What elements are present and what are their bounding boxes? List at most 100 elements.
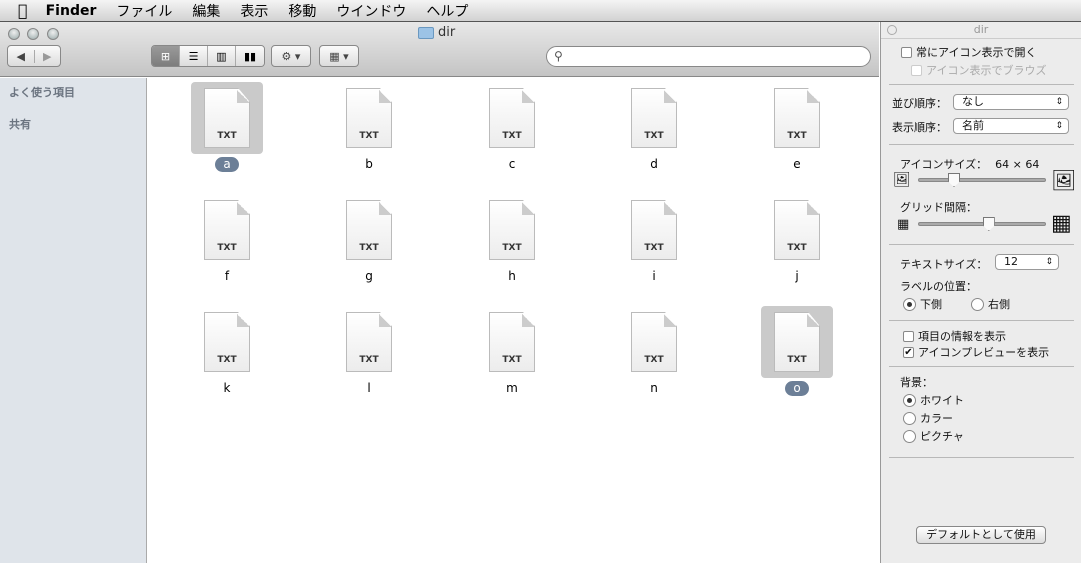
menu-finder[interactable]: Finder <box>46 3 97 19</box>
menu-window[interactable]: ウインドウ <box>336 1 406 21</box>
checkbox-checked[interactable]: ✔ <box>903 346 914 358</box>
show-preview-checkbox[interactable]: ✔ アイコンプレビューを表示 <box>903 344 1049 360</box>
icon-size-slider[interactable] <box>918 173 1046 187</box>
file-name[interactable]: a <box>215 157 239 172</box>
file-item[interactable]: TXT l <box>333 306 405 396</box>
sidebar-section-shared[interactable]: 共有 <box>0 111 146 137</box>
file-name[interactable]: e <box>785 157 808 172</box>
file-item[interactable]: TXT a <box>191 82 263 172</box>
bg-white-text: ホワイト <box>920 394 964 407</box>
menu-edit[interactable]: 編集 <box>192 1 220 21</box>
menu-file[interactable]: ファイル <box>116 1 172 21</box>
menu-view[interactable]: 表示 <box>240 1 268 21</box>
column-view-icon[interactable]: ▥ <box>208 46 236 66</box>
menu-help[interactable]: ヘルプ <box>426 1 468 21</box>
checkbox[interactable] <box>911 64 922 76</box>
file-item[interactable]: TXT i <box>618 194 690 284</box>
txt-file-icon[interactable]: TXT <box>191 306 263 378</box>
file-name[interactable]: i <box>644 269 663 284</box>
file-name[interactable]: k <box>216 381 239 396</box>
list-view-icon[interactable]: ☰ <box>180 46 208 66</box>
forward-icon[interactable]: ▶ <box>35 50 61 63</box>
txt-file-icon[interactable]: TXT <box>618 306 690 378</box>
file-item[interactable]: TXT k <box>191 306 263 396</box>
slider-thumb[interactable] <box>948 173 960 187</box>
txt-file-icon[interactable]: TXT <box>618 194 690 266</box>
always-open-checkbox[interactable]: 常にアイコン表示で開く <box>901 44 1036 60</box>
file-item[interactable]: TXT h <box>476 194 548 284</box>
sidebar-section-favorites[interactable]: よく使う項目 <box>0 79 146 105</box>
file-name[interactable]: h <box>500 269 524 284</box>
grid-spacing-slider[interactable] <box>918 217 1046 231</box>
txt-file-icon[interactable]: TXT <box>191 194 263 266</box>
file-name[interactable]: c <box>501 157 524 172</box>
label-right-radio[interactable]: 右側 <box>971 296 1010 312</box>
file-item[interactable]: TXT o <box>761 306 833 396</box>
panel-title: dir <box>881 22 1081 39</box>
search-input[interactable] <box>546 46 871 67</box>
arrange-menu-button[interactable]: ▦ ▾ <box>319 45 359 67</box>
file-name[interactable]: d <box>642 157 666 172</box>
panel-close-button[interactable] <box>887 25 897 35</box>
radio[interactable] <box>971 297 984 311</box>
background-label: 背景： <box>900 376 933 389</box>
bg-color-radio[interactable]: カラー <box>903 410 953 426</box>
bg-picture-radio[interactable]: ピクチャ <box>903 428 964 444</box>
file-name[interactable]: b <box>357 157 381 172</box>
txt-file-icon[interactable]: TXT <box>333 194 405 266</box>
file-name[interactable]: m <box>498 381 526 396</box>
file-kind: TXT <box>359 243 379 253</box>
show-info-checkbox[interactable]: 項目の情報を表示 <box>903 328 1006 344</box>
file-item[interactable]: TXT n <box>618 306 690 396</box>
file-name[interactable]: j <box>787 269 806 284</box>
txt-file-icon[interactable]: TXT <box>761 306 833 378</box>
txt-file-icon[interactable]: TXT <box>761 82 833 154</box>
view-mode-segment: ⊞ ☰ ▥ ▮▮ <box>151 45 265 67</box>
checkbox[interactable] <box>903 330 914 342</box>
file-item[interactable]: TXT b <box>333 82 405 172</box>
file-item[interactable]: TXT g <box>333 194 405 284</box>
coverflow-view-icon[interactable]: ▮▮ <box>236 46 264 66</box>
txt-file-icon[interactable]: TXT <box>476 194 548 266</box>
txt-file-icon[interactable]: TXT <box>333 306 405 378</box>
sort-select[interactable]: 名前 <box>953 118 1069 134</box>
label-bottom-text: 下側 <box>920 298 942 311</box>
file-name[interactable]: l <box>359 381 378 396</box>
radio[interactable] <box>903 297 916 311</box>
file-item[interactable]: TXT m <box>476 306 548 396</box>
file-name[interactable]: f <box>217 269 237 284</box>
txt-file-icon[interactable]: TXT <box>191 82 263 154</box>
label-bottom-radio[interactable]: 下側 <box>903 296 942 312</box>
file-name[interactable]: g <box>357 269 381 284</box>
file-item[interactable]: TXT f <box>191 194 263 284</box>
checkbox[interactable] <box>901 46 912 58</box>
browse-checkbox[interactable]: アイコン表示でブラウズ <box>911 62 1046 78</box>
file-name[interactable]: n <box>642 381 666 396</box>
close-button[interactable] <box>8 28 20 40</box>
radio[interactable] <box>903 411 916 425</box>
text-size-select[interactable]: 12 <box>995 254 1059 270</box>
slider-thumb[interactable] <box>982 217 995 231</box>
txt-file-icon[interactable]: TXT <box>476 82 548 154</box>
arrange-select[interactable]: なし <box>953 94 1069 110</box>
minimize-button[interactable] <box>27 28 39 40</box>
icon-view-icon[interactable]: ⊞ <box>152 46 180 66</box>
file-item[interactable]: TXT e <box>761 82 833 172</box>
file-item[interactable]: TXT d <box>618 82 690 172</box>
file-name[interactable]: o <box>785 381 809 396</box>
file-item[interactable]: TXT c <box>476 82 548 172</box>
txt-file-icon[interactable]: TXT <box>333 82 405 154</box>
txt-file-icon[interactable]: TXT <box>618 82 690 154</box>
bg-white-radio[interactable]: ホワイト <box>903 392 964 408</box>
action-menu-button[interactable]: ⚙ ▾ <box>271 45 311 67</box>
menu-go[interactable]: 移動 <box>288 1 316 21</box>
apple-menu-icon[interactable]:  <box>18 1 28 20</box>
txt-file-icon[interactable]: TXT <box>476 306 548 378</box>
zoom-button[interactable] <box>47 28 59 40</box>
back-icon[interactable]: ◀ <box>8 49 35 63</box>
use-as-defaults-button[interactable]: デフォルトとして使用 <box>916 526 1046 544</box>
radio[interactable] <box>903 393 916 407</box>
file-item[interactable]: TXT j <box>761 194 833 284</box>
radio[interactable] <box>903 429 916 443</box>
txt-file-icon[interactable]: TXT <box>761 194 833 266</box>
